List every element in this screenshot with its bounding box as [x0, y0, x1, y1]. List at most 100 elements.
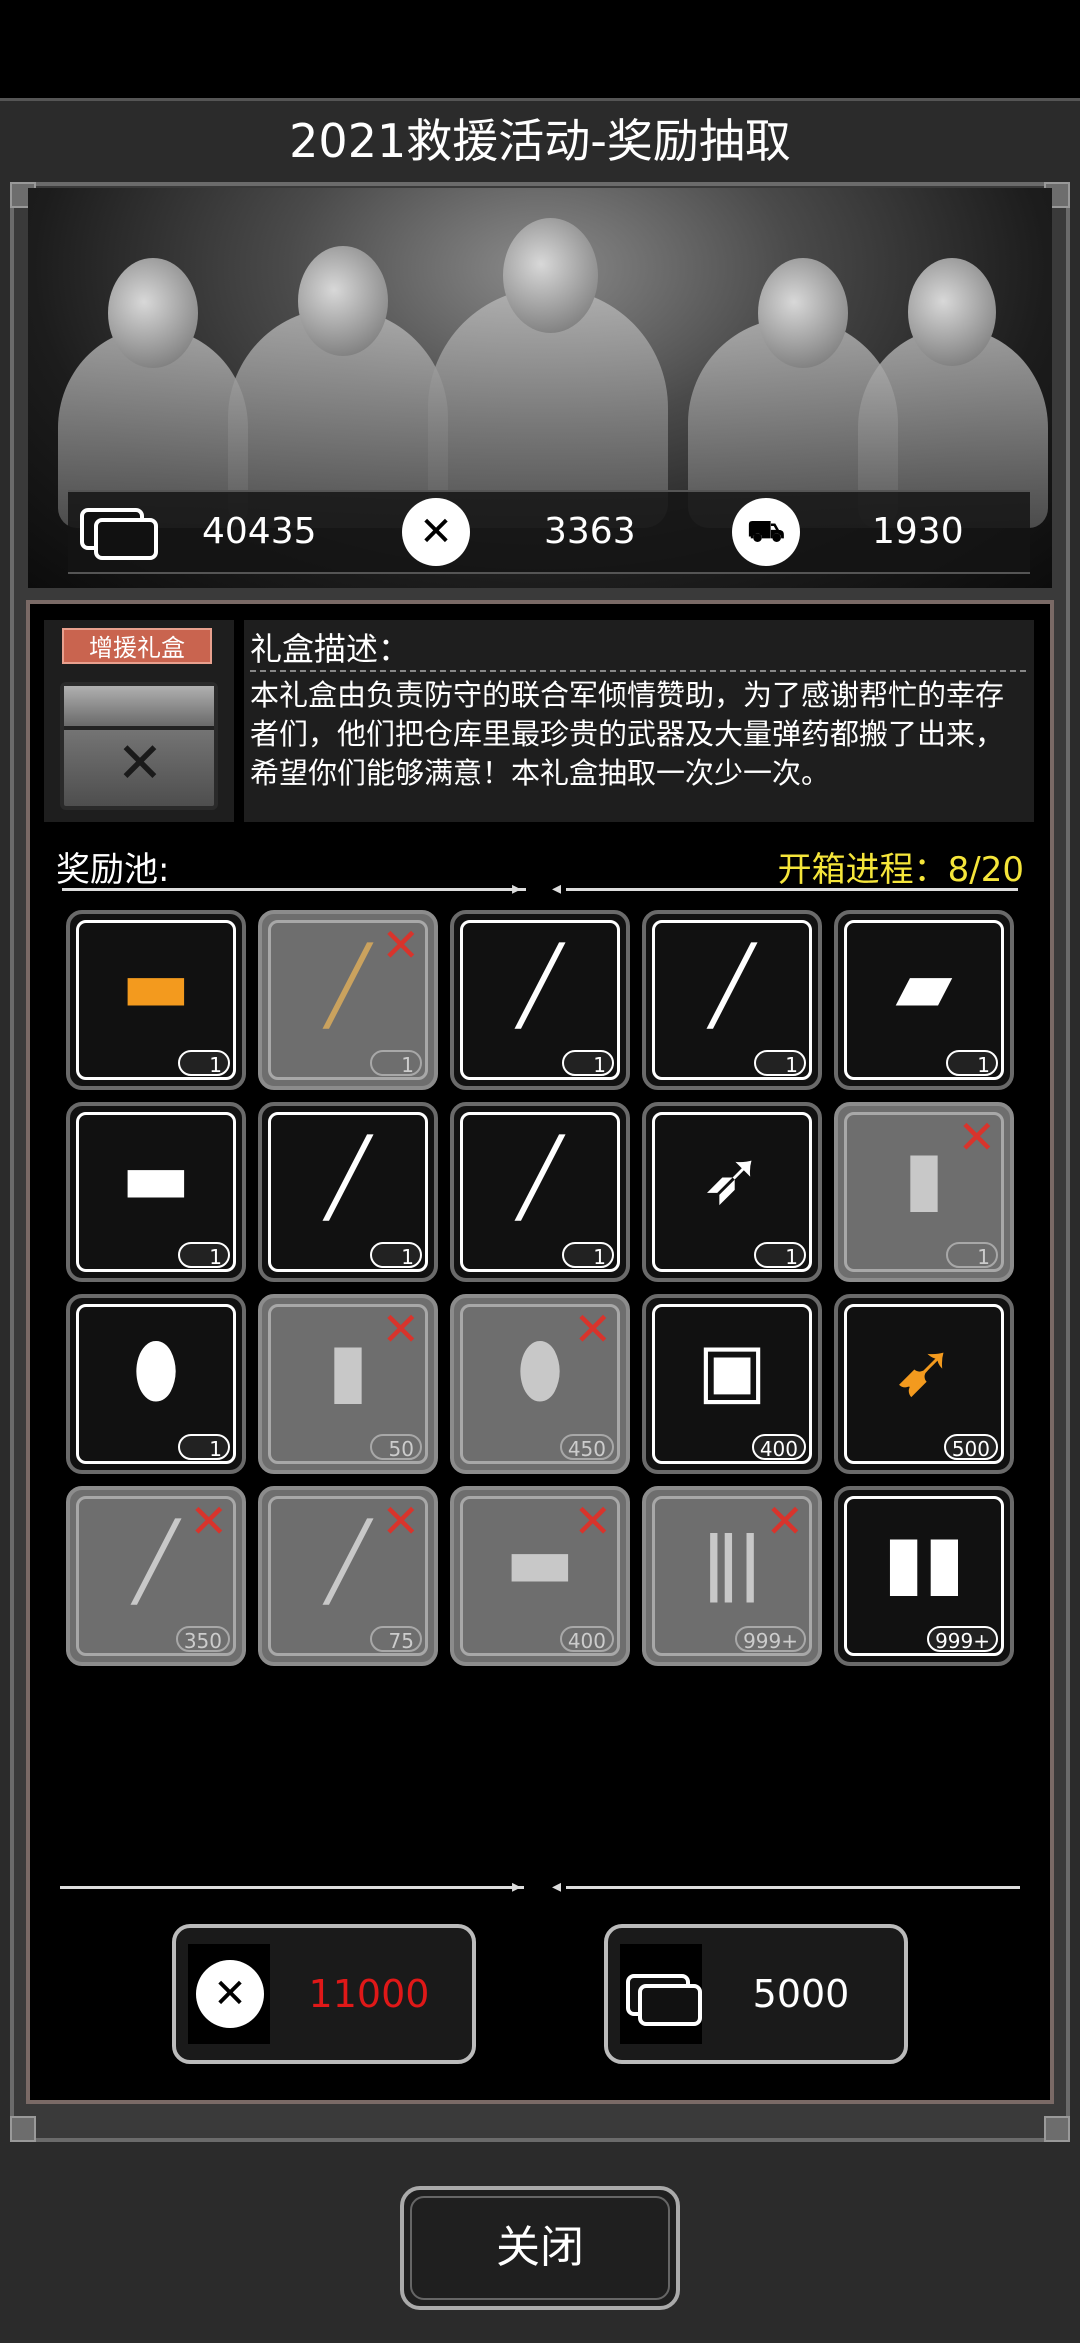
crossed-swords-icon: ✕ [116, 731, 164, 796]
close-button[interactable]: 关闭 [400, 2186, 680, 2310]
reward-item-taken[interactable]: ǁǀ ✕ 999+ [642, 1486, 822, 1666]
taken-x-icon: ✕ [957, 1110, 996, 1164]
item-quantity: 999+ [927, 1626, 998, 1653]
divider-left [62, 888, 526, 891]
currency-bar: 40435 ✕ 3363 ⛟ 1930 [42, 490, 1042, 576]
reward-item[interactable]: ⬮ 1 [66, 1294, 246, 1474]
assault-rifle-icon: ╱ [325, 1135, 371, 1221]
taken-x-icon: ✕ [381, 918, 420, 972]
survivor-head [108, 258, 198, 368]
survivor-head [503, 218, 598, 333]
reward-item-taken[interactable]: ▬ ✕ 400 [450, 1486, 630, 1666]
swords-badge-icon: ✕ [196, 1960, 264, 2028]
pistol-rounds-icon: ▮▮ [883, 1519, 965, 1605]
drum-grenade-launcher-icon: ▬ [121, 1135, 191, 1221]
item-quantity: 350 [175, 1626, 230, 1653]
car-balance: 1930 [872, 511, 964, 552]
reward-item-taken[interactable]: ╱ ✕ 350 [66, 1486, 246, 1666]
reward-item[interactable]: ╱ 1 [642, 910, 822, 1090]
spear-icon: ➶ [700, 1135, 763, 1221]
badge-price: 11000 [308, 1972, 430, 2016]
currency-badge: ✕ 3363 [394, 490, 712, 574]
item-quantity: 400 [559, 1626, 614, 1653]
reward-item[interactable]: ╱ 1 [258, 1102, 438, 1282]
item-quantity: 1 [946, 1050, 998, 1077]
card-icon [94, 518, 158, 560]
rocket-ammo-icon: ➹ [892, 1327, 955, 1413]
item-quantity: 1 [178, 1242, 230, 1269]
taken-x-icon: ✕ [381, 1494, 420, 1548]
survivor-head [298, 246, 388, 356]
taken-x-icon: ✕ [573, 1494, 612, 1548]
reward-item[interactable]: ➶ 1 [642, 1102, 822, 1282]
shotgun-icon: ╱ [517, 1135, 563, 1221]
reward-item[interactable]: ╱ 1 [450, 1102, 630, 1282]
currency-card: 40435 [68, 490, 394, 574]
reward-item[interactable]: ➹ 500 [834, 1294, 1014, 1474]
item-quantity: 999+ [735, 1626, 806, 1653]
reward-item[interactable]: ▬ 1 [66, 910, 246, 1090]
gift-box-card: 增援礼盒 ✕ [44, 620, 234, 822]
reward-item[interactable]: ▬ 1 [66, 1102, 246, 1282]
item-quantity: 1 [562, 1242, 614, 1269]
dialog-title: 2021救援活动-奖励抽取 [289, 114, 791, 168]
gift-description: 礼盒描述： 本礼盒由负责防守的联合军倾情赞助，为了感谢帮忙的幸存者们，他们把仓库… [244, 620, 1034, 822]
item-quantity: 1 [754, 1050, 806, 1077]
arrow-left-icon: ◂ [552, 878, 562, 899]
item-quantity: 1 [178, 1434, 230, 1461]
currency-car: ⛟ 1930 [712, 490, 1030, 574]
reward-item-taken[interactable]: ▮ ✕ 50 [258, 1294, 438, 1474]
sniper-rifle-icon: ╱ [517, 943, 563, 1029]
divider-right [566, 1886, 1020, 1889]
reward-item[interactable]: ▰ 1 [834, 910, 1014, 1090]
taken-x-icon: ✕ [765, 1494, 804, 1548]
reward-item-taken[interactable]: ▮ ✕ 1 [834, 1102, 1014, 1282]
draw-with-badge-button[interactable]: ✕ 11000 [172, 1924, 476, 2064]
frame-corner [10, 2116, 36, 2142]
reward-item-taken[interactable]: ╱ ✕ 75 [258, 1486, 438, 1666]
reward-item-taken[interactable]: ⬮ ✕ 450 [450, 1294, 630, 1474]
item-quantity: 50 [370, 1434, 422, 1461]
gift-box-label: 增援礼盒 [62, 628, 212, 664]
item-quantity: 1 [946, 1242, 998, 1269]
survivor-head [758, 258, 848, 368]
dashed-divider [250, 670, 1026, 672]
card-balance: 40435 [202, 511, 317, 552]
card-price: 5000 [752, 1972, 850, 2016]
item-quantity: 1 [562, 1050, 614, 1077]
reward-item-taken[interactable]: ╱ ✕ 1 [258, 910, 438, 1090]
draw-with-card-button[interactable]: 5000 [604, 1924, 908, 2064]
frame-corner [1044, 2116, 1070, 2142]
minigun-icon: ▰ [895, 943, 953, 1029]
arrow-right-icon: ▸ [512, 1876, 522, 1897]
item-quantity: 1 [370, 1050, 422, 1077]
description-title: 礼盒描述： [250, 630, 411, 668]
badge-balance: 3363 [544, 511, 636, 552]
reward-item[interactable]: ▣ 400 [642, 1294, 822, 1474]
item-quantity: 400 [751, 1434, 806, 1461]
taken-x-icon: ✕ [381, 1302, 420, 1356]
taken-x-icon: ✕ [189, 1494, 228, 1548]
item-quantity: 450 [559, 1434, 614, 1461]
item-quantity: 1 [178, 1050, 230, 1077]
arrow-left-icon: ◂ [552, 1876, 562, 1897]
item-quantity: 75 [370, 1626, 422, 1653]
reward-item[interactable]: ▮▮ 999+ [834, 1486, 1014, 1666]
open-progress: 开箱进程：8/20 [777, 850, 1024, 890]
reward-item[interactable]: ╱ 1 [450, 910, 630, 1090]
arrow-right-icon: ▸ [512, 878, 522, 899]
incendiary-grenade-icon: ▣ [697, 1327, 767, 1413]
chest-icon: ✕ [60, 682, 218, 810]
item-quantity: 1 [370, 1242, 422, 1269]
card-icon-box [620, 1944, 702, 2044]
chest-lid [64, 686, 214, 730]
reward-pool-label: 奖励池: [56, 850, 170, 890]
description-text: 本礼盒由负责防守的联合军倾情赞助，为了感谢帮忙的幸存者们，他们把仓库里最珍贵的武… [250, 678, 1005, 790]
swords-badge-icon: ✕ [402, 498, 470, 566]
item-quantity: 1 [754, 1242, 806, 1269]
divider-left [60, 1886, 524, 1889]
car-badge-icon: ⛟ [732, 498, 800, 566]
riot-shield-icon: ⬮ [132, 1327, 180, 1413]
grenade-launcher-icon: ▬ [121, 943, 191, 1029]
rocket-launcher-icon: ╱ [709, 943, 755, 1029]
